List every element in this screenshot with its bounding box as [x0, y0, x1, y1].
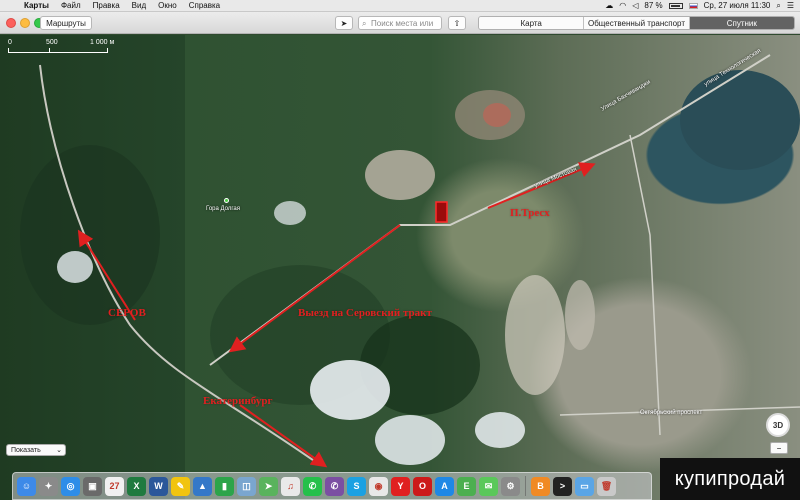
word-icon[interactable]: W	[149, 476, 168, 496]
clock[interactable]: Ср, 27 июля 11:30	[704, 1, 771, 10]
chevron-down-icon: ⌄	[56, 447, 62, 454]
music-icon[interactable]: ♫	[281, 476, 300, 496]
share-icon: ⇧	[453, 18, 461, 28]
dock: ☺ ✦ ◎ ▣ 27 X W ✎ ▲ ▮ ◫ ➤ ♫ ✆ ✆ S ◉ Y O A E ✉ ⚙ B > ▭ 🗑	[12, 472, 652, 500]
photos-icon[interactable]: ▣	[83, 476, 102, 496]
viber-icon[interactable]: ✆	[325, 476, 344, 496]
appstore-icon[interactable]: A	[435, 476, 454, 496]
notification-center-icon[interactable]: ☰	[787, 1, 794, 10]
share-button[interactable]: ⇧	[448, 16, 466, 30]
window-toolbar: Маршруты ➤ ⌕ Поиск места или ⇧ Карта Общ…	[0, 12, 800, 34]
annotation-serov: СЕРОВ	[108, 307, 146, 319]
map-type-satellite[interactable]: Спутник	[689, 17, 794, 29]
annotation-tireshk: П.Тресх	[510, 207, 550, 219]
search-input[interactable]: ⌕ Поиск места или	[358, 16, 442, 30]
scale-bar	[8, 48, 108, 53]
volume-icon[interactable]: ◁	[632, 1, 638, 10]
scale-label-1000: 1 000 м	[90, 39, 115, 46]
safari-icon[interactable]: ◎	[61, 476, 80, 496]
evernote-icon[interactable]: E	[457, 476, 476, 496]
cloud-icon[interactable]: ☁	[605, 1, 613, 10]
terminal-icon[interactable]: >	[553, 476, 572, 496]
wifi-icon[interactable]: ◠	[619, 1, 626, 10]
close-window-button[interactable]	[6, 18, 16, 28]
show-dropdown[interactable]: Показать ⌄	[6, 444, 66, 456]
launchpad-icon[interactable]: ✦	[39, 476, 58, 496]
map-overlay	[20, 54, 800, 468]
battery-icon[interactable]	[668, 2, 683, 9]
search-placeholder: Поиск места или	[371, 18, 434, 28]
menu-edit[interactable]: Правка	[87, 1, 126, 10]
minimize-window-button[interactable]	[20, 18, 30, 28]
menu-file[interactable]: Файл	[55, 1, 87, 10]
menu-window[interactable]: Окно	[152, 1, 183, 10]
zoom-out-button[interactable]: −	[770, 442, 788, 454]
messages-icon[interactable]: ✉	[479, 476, 498, 496]
search-icon: ⌕	[362, 19, 367, 28]
show-dropdown-label: Показать	[11, 446, 41, 454]
books-icon[interactable]: B	[531, 476, 550, 496]
whatsapp-icon[interactable]: ✆	[303, 476, 322, 496]
toggle-3d-button[interactable]: 3D	[766, 413, 790, 437]
watermark: купипродай	[660, 458, 800, 500]
skype-icon[interactable]: S	[347, 476, 366, 496]
satellite-map[interactable]: 0 500 1 000 м Гора Долгая улица Мостовая…	[0, 35, 800, 500]
menubar-status: ☁ ◠ ◁ 87 % Ср, 27 июля 11:30 ⌕ ☰	[605, 1, 800, 11]
system-prefs-icon[interactable]: ⚙	[501, 476, 520, 496]
location-arrow-icon: ➤	[340, 18, 348, 28]
opera-icon[interactable]: O	[413, 476, 432, 496]
annotation-ekaterinburg: Екатеринбург	[203, 395, 273, 407]
map-type-map[interactable]: Карта	[479, 17, 585, 29]
calendar-icon[interactable]: 27	[105, 476, 124, 496]
menubar: Карты Файл Правка Вид Окно Справка ☁ ◠ ◁…	[0, 0, 800, 12]
poi-label[interactable]: Гора Долгая	[206, 206, 240, 212]
current-location-button[interactable]: ➤	[335, 16, 353, 30]
notes-icon[interactable]: ✎	[171, 476, 190, 496]
input-source-flag-icon[interactable]	[688, 2, 698, 9]
dock-separator	[525, 476, 526, 496]
numbers-icon[interactable]: ▮	[215, 476, 234, 496]
keynote-icon[interactable]: ▲	[193, 476, 212, 496]
scale-label-0: 0	[8, 39, 12, 46]
menu-view[interactable]: Вид	[126, 1, 152, 10]
excel-icon[interactable]: X	[127, 476, 146, 496]
map-scale: 0 500 1 000 м	[8, 39, 118, 53]
finder-icon[interactable]: ☺	[17, 476, 36, 496]
street-label-oktyabrsky: Октябрьский проспект	[640, 410, 703, 416]
map-type-transit[interactable]: Общественный транспорт	[584, 17, 690, 29]
menu-app-name[interactable]: Карты	[18, 1, 55, 10]
annotation-vyezd: Выезд на Серовский тракт	[298, 307, 432, 319]
routes-button[interactable]: Маршруты	[40, 16, 92, 30]
trash-icon[interactable]: 🗑	[597, 476, 616, 496]
folder-icon[interactable]: ▭	[575, 476, 594, 496]
scale-label-500: 500	[46, 39, 58, 46]
spotlight-icon[interactable]: ⌕	[776, 1, 780, 11]
poi-marker-icon[interactable]	[224, 198, 229, 203]
preview-icon[interactable]: ◫	[237, 476, 256, 496]
battery-percent[interactable]: 87 %	[644, 1, 662, 10]
maps-icon[interactable]: ➤	[259, 476, 278, 496]
chrome-icon[interactable]: ◉	[369, 476, 388, 496]
yandex-icon[interactable]: Y	[391, 476, 410, 496]
menu-help[interactable]: Справка	[183, 1, 226, 10]
map-type-segmented-control: Карта Общественный транспорт Спутник	[478, 16, 795, 30]
